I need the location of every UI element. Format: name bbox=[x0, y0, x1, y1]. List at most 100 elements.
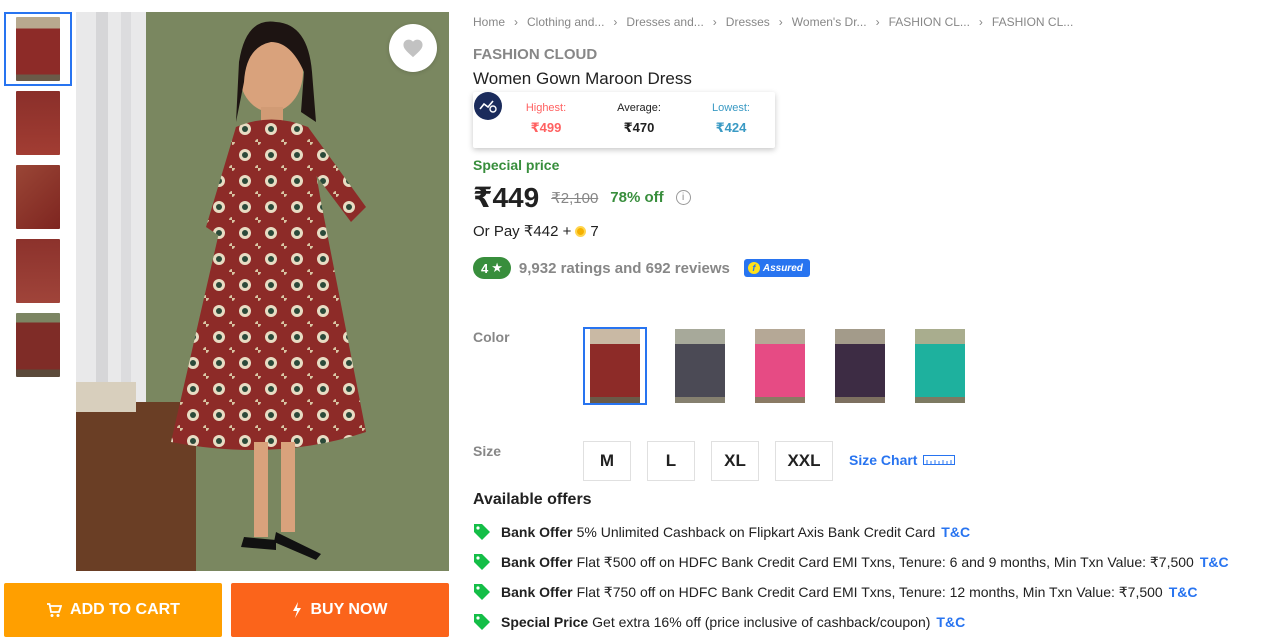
offer-item: Special Price Get extra 16% off (price i… bbox=[473, 613, 965, 631]
chevron-right-icon: › bbox=[978, 15, 983, 29]
price-highest: Highest: ₹499 bbox=[506, 102, 586, 136]
thumbnail-4[interactable] bbox=[4, 234, 72, 308]
offer-tnc-link[interactable]: T&C bbox=[941, 524, 970, 540]
product-photo bbox=[76, 12, 449, 571]
buy-now-label: BUY NOW bbox=[310, 601, 388, 618]
price-lowest: Lowest: ₹424 bbox=[691, 102, 771, 136]
size-option[interactable]: M bbox=[583, 441, 631, 481]
offer-text: Flat ₹500 off on HDFC Bank Credit Card E… bbox=[576, 553, 1194, 570]
lightning-icon bbox=[293, 602, 302, 618]
offer-text: Get extra 16% off (price inclusive of ca… bbox=[592, 614, 931, 630]
thumbnail-image bbox=[16, 165, 60, 229]
assured-label: Assured bbox=[762, 262, 803, 274]
chevron-right-icon: › bbox=[712, 15, 717, 29]
special-price-label: Special price bbox=[473, 157, 560, 173]
or-pay-row: Or Pay ₹442 + 7 bbox=[473, 222, 599, 241]
breadcrumb-item[interactable]: FASHION CL... bbox=[889, 15, 970, 29]
main-product-image[interactable] bbox=[76, 12, 449, 571]
average-label: Average: bbox=[617, 102, 661, 114]
offer-item: Bank Offer Flat ₹500 off on HDFC Bank Cr… bbox=[473, 553, 1229, 571]
chevron-right-icon: › bbox=[875, 15, 880, 29]
breadcrumb-item[interactable]: Clothing and... bbox=[527, 15, 604, 29]
average-value: ₹470 bbox=[623, 120, 655, 135]
thumbnail-image bbox=[16, 17, 60, 81]
thumbnail-strip bbox=[4, 12, 72, 382]
size-chart-link[interactable]: Size Chart bbox=[849, 452, 956, 468]
brand-name[interactable]: FASHION CLOUD bbox=[473, 46, 597, 63]
thumbnail-1[interactable] bbox=[4, 12, 72, 86]
thumbnail-image bbox=[16, 239, 60, 303]
size-option[interactable]: L bbox=[647, 441, 695, 481]
offer-tag-icon bbox=[474, 524, 490, 540]
add-to-cart-label: ADD TO CART bbox=[70, 601, 180, 618]
offer-type: Bank Offer bbox=[501, 554, 573, 570]
mrp-price: ₹2,100 bbox=[551, 189, 599, 207]
price-row: ₹449 ₹2,100 78% off i bbox=[473, 181, 691, 214]
price-history-card: Highest: ₹499 Average: ₹470 Lowest: ₹424 bbox=[473, 92, 775, 148]
assured-badge: f Assured bbox=[743, 259, 810, 277]
product-title: Women Gown Maroon Dress bbox=[473, 69, 692, 88]
breadcrumb: Home › Clothing and... › Dresses and... … bbox=[473, 15, 1073, 29]
color-option-teal[interactable] bbox=[908, 327, 972, 405]
lowest-value: ₹424 bbox=[715, 120, 747, 135]
color-option-purple[interactable] bbox=[828, 327, 892, 405]
or-pay-text: Or Pay ₹442 + bbox=[473, 223, 572, 240]
wishlist-button[interactable] bbox=[389, 24, 437, 72]
thumbnail-image bbox=[16, 313, 60, 377]
offer-tnc-link[interactable]: T&C bbox=[1200, 554, 1229, 570]
available-offers-title: Available offers bbox=[473, 491, 592, 508]
offer-text: 5% Unlimited Cashback on Flipkart Axis B… bbox=[576, 524, 936, 540]
chevron-right-icon: › bbox=[613, 15, 618, 29]
thumbnail-5[interactable] bbox=[4, 308, 72, 382]
chevron-right-icon: › bbox=[514, 15, 519, 29]
rating-badge[interactable]: 4 ★ bbox=[473, 257, 511, 279]
color-swatch-image bbox=[835, 329, 885, 403]
highest-value: ₹499 bbox=[530, 120, 562, 135]
color-swatch-image bbox=[755, 329, 805, 403]
breadcrumb-item[interactable]: Dresses and... bbox=[626, 15, 703, 29]
offer-type: Bank Offer bbox=[501, 584, 573, 600]
thumbnail-image bbox=[16, 91, 60, 155]
offer-item: Bank Offer Flat ₹750 off on HDFC Bank Cr… bbox=[473, 583, 1198, 601]
selling-price: ₹449 bbox=[473, 182, 540, 213]
offer-tnc-link[interactable]: T&C bbox=[1169, 584, 1198, 600]
offer-type: Special Price bbox=[501, 614, 589, 630]
size-option[interactable]: XL bbox=[711, 441, 759, 481]
thumbnail-2[interactable] bbox=[4, 86, 72, 160]
heart-icon bbox=[403, 39, 423, 58]
offer-type: Bank Offer bbox=[501, 524, 573, 540]
offer-tag-icon bbox=[474, 584, 490, 600]
size-label: Size bbox=[473, 443, 502, 459]
size-chart-label: Size Chart bbox=[849, 452, 918, 468]
offer-item: Bank Offer 5% Unlimited Cashback on Flip… bbox=[473, 523, 970, 541]
thumbnail-3[interactable] bbox=[4, 160, 72, 234]
coin-count: 7 bbox=[590, 222, 599, 240]
color-option-grey[interactable] bbox=[668, 327, 732, 405]
price-trend-icon[interactable] bbox=[474, 92, 502, 120]
ratings-summary[interactable]: 9,932 ratings and 692 reviews bbox=[519, 260, 730, 277]
ruler-icon bbox=[923, 455, 956, 465]
breadcrumb-item[interactable]: FASHION CL... bbox=[992, 15, 1073, 29]
size-option[interactable]: XXL bbox=[775, 441, 833, 481]
chevron-right-icon: › bbox=[778, 15, 783, 29]
lowest-label: Lowest: bbox=[712, 102, 750, 114]
offer-tag-icon bbox=[474, 614, 490, 630]
info-icon[interactable]: i bbox=[675, 190, 691, 205]
color-option-maroon[interactable] bbox=[583, 327, 647, 405]
breadcrumb-item[interactable]: Home bbox=[473, 15, 505, 29]
add-to-cart-button[interactable]: ADD TO CART bbox=[4, 583, 222, 637]
breadcrumb-item[interactable]: Women's Dr... bbox=[792, 15, 867, 29]
color-swatch-image bbox=[675, 329, 725, 403]
breadcrumb-item[interactable]: Dresses bbox=[726, 15, 770, 29]
color-swatch-image bbox=[915, 329, 965, 403]
supercoin-icon bbox=[575, 225, 587, 237]
color-option-pink[interactable] bbox=[748, 327, 812, 405]
buy-now-button[interactable]: BUY NOW bbox=[231, 583, 449, 637]
color-swatch-image bbox=[590, 329, 640, 403]
offer-tnc-link[interactable]: T&C bbox=[936, 614, 965, 630]
offer-tag-icon bbox=[474, 554, 490, 570]
color-label: Color bbox=[473, 329, 510, 345]
price-average: Average: ₹470 bbox=[599, 102, 679, 136]
discount-percent: 78% off bbox=[610, 189, 664, 206]
star-icon: ★ bbox=[491, 260, 503, 275]
